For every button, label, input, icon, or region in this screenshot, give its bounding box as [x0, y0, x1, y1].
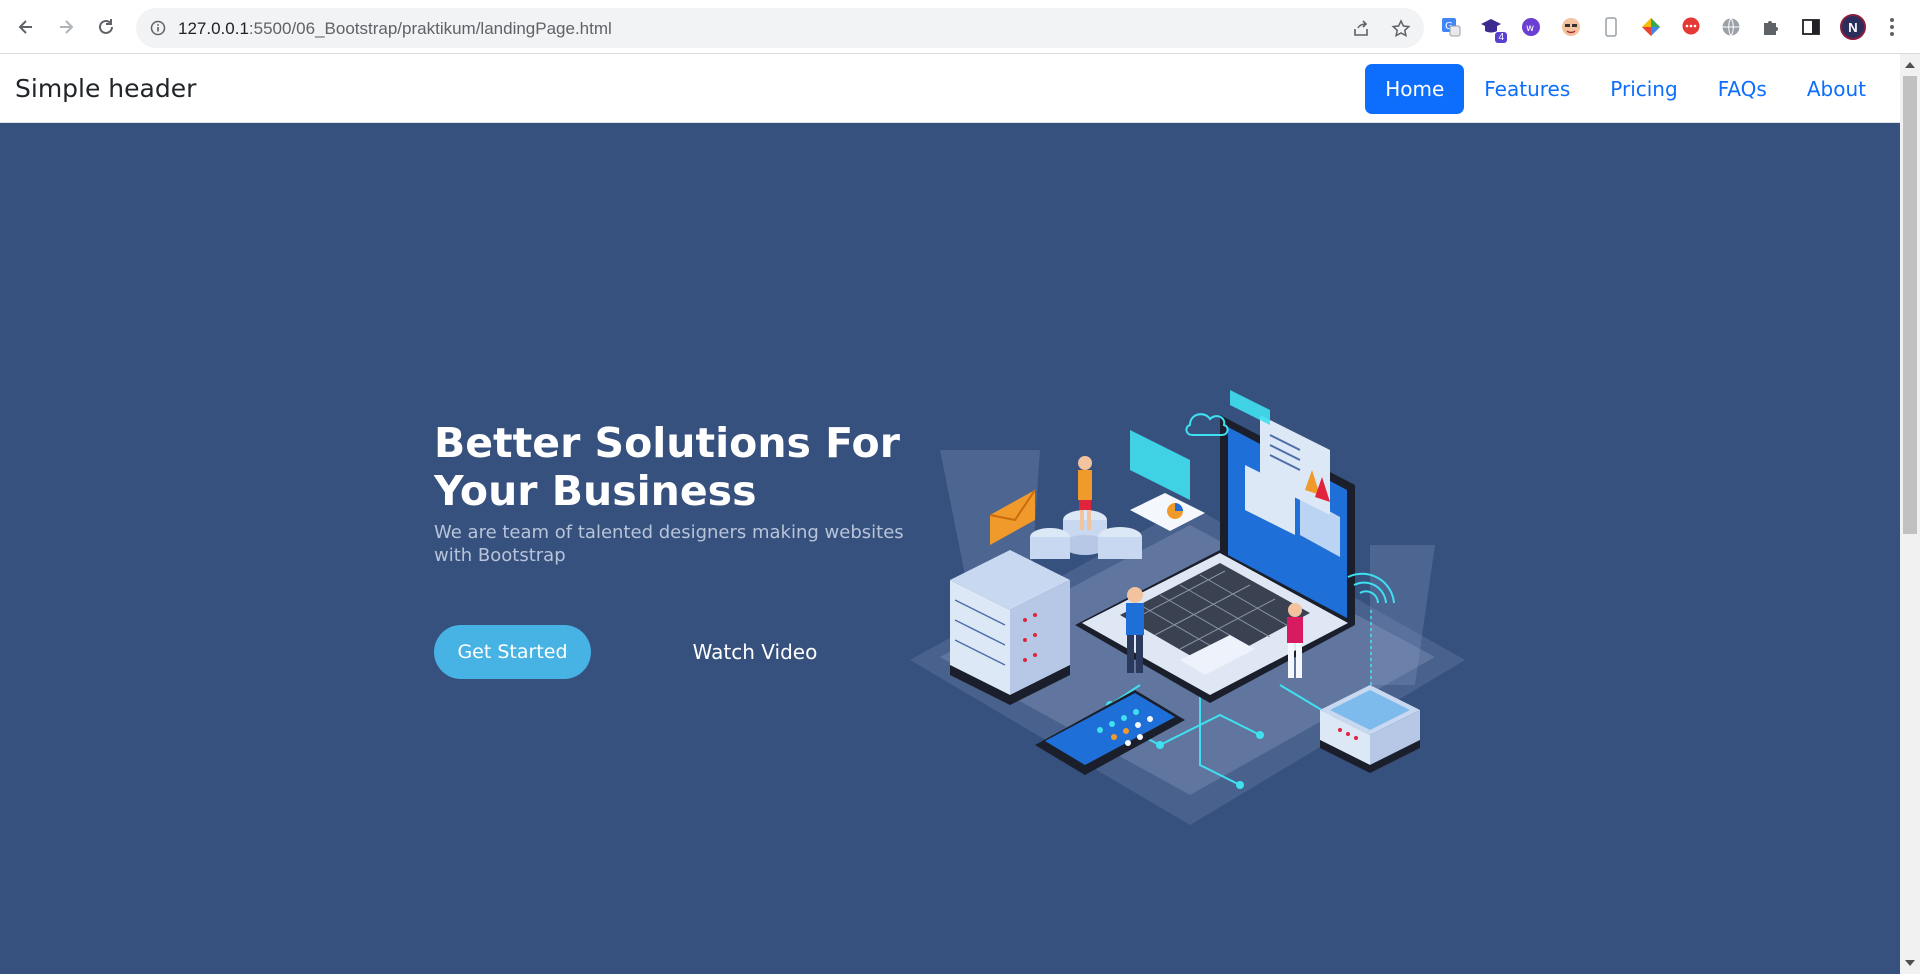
browser-menu-icon[interactable] [1882, 14, 1902, 40]
chat-extension-icon[interactable] [1678, 14, 1704, 40]
globe-extension-icon[interactable] [1718, 14, 1744, 40]
nav-faqs[interactable]: FAQs [1698, 64, 1787, 114]
purple-extension-icon[interactable]: w [1518, 14, 1544, 40]
hero-section: Better Solutions For Your Business We ar… [0, 123, 1900, 974]
reload-icon[interactable] [90, 11, 122, 43]
svg-text:w: w [1526, 23, 1534, 34]
nav-about[interactable]: About [1787, 64, 1886, 114]
page-scrollbar[interactable] [1900, 54, 1920, 974]
back-icon[interactable] [10, 11, 42, 43]
phone-extension-icon[interactable] [1598, 14, 1624, 40]
nav-pricing[interactable]: Pricing [1590, 64, 1697, 114]
page-viewport: Simple header Home Features Pricing FAQs… [0, 54, 1900, 974]
watch-video-button[interactable]: Watch Video [680, 625, 830, 679]
scroll-down-arrow-icon[interactable] [1905, 960, 1915, 966]
main-nav: Home Features Pricing FAQs About [1365, 64, 1886, 114]
scroll-thumb[interactable] [1903, 76, 1917, 534]
graduation-extension-icon[interactable]: 4 [1478, 14, 1507, 43]
get-started-button[interactable]: Get Started [434, 625, 591, 679]
translate-extension-icon[interactable]: G [1438, 14, 1464, 40]
side-panel-icon[interactable] [1798, 14, 1824, 40]
share-icon[interactable] [1350, 18, 1372, 40]
browser-toolbar: 127.0.0.1:5500/06_Bootstrap/praktikum/la… [0, 0, 1920, 54]
nav-home[interactable]: Home [1365, 64, 1465, 114]
hero-title: Better Solutions For Your Business [434, 419, 900, 515]
forward-icon[interactable] [50, 11, 82, 43]
puzzle-extensions-icon[interactable] [1758, 14, 1784, 40]
hero-subtitle: We are team of talented designers making… [434, 522, 904, 566]
site-info-icon[interactable] [148, 18, 168, 38]
nav-features[interactable]: Features [1464, 64, 1590, 114]
face-extension-icon[interactable] [1558, 14, 1584, 40]
profile-avatar[interactable]: N [1840, 14, 1866, 40]
hero-illustration [910, 390, 1465, 825]
brand-title[interactable]: Simple header [15, 74, 196, 103]
address-bar[interactable]: 127.0.0.1:5500/06_Bootstrap/praktikum/la… [136, 8, 1424, 48]
scroll-up-arrow-icon[interactable] [1905, 62, 1915, 68]
site-header: Simple header Home Features Pricing FAQs… [0, 54, 1900, 123]
bookmark-star-icon[interactable] [1390, 18, 1412, 40]
colorful-extension-icon[interactable] [1638, 14, 1664, 40]
url-text: 127.0.0.1:5500/06_Bootstrap/praktikum/la… [178, 19, 612, 38]
extension-badge: 4 [1495, 32, 1507, 43]
